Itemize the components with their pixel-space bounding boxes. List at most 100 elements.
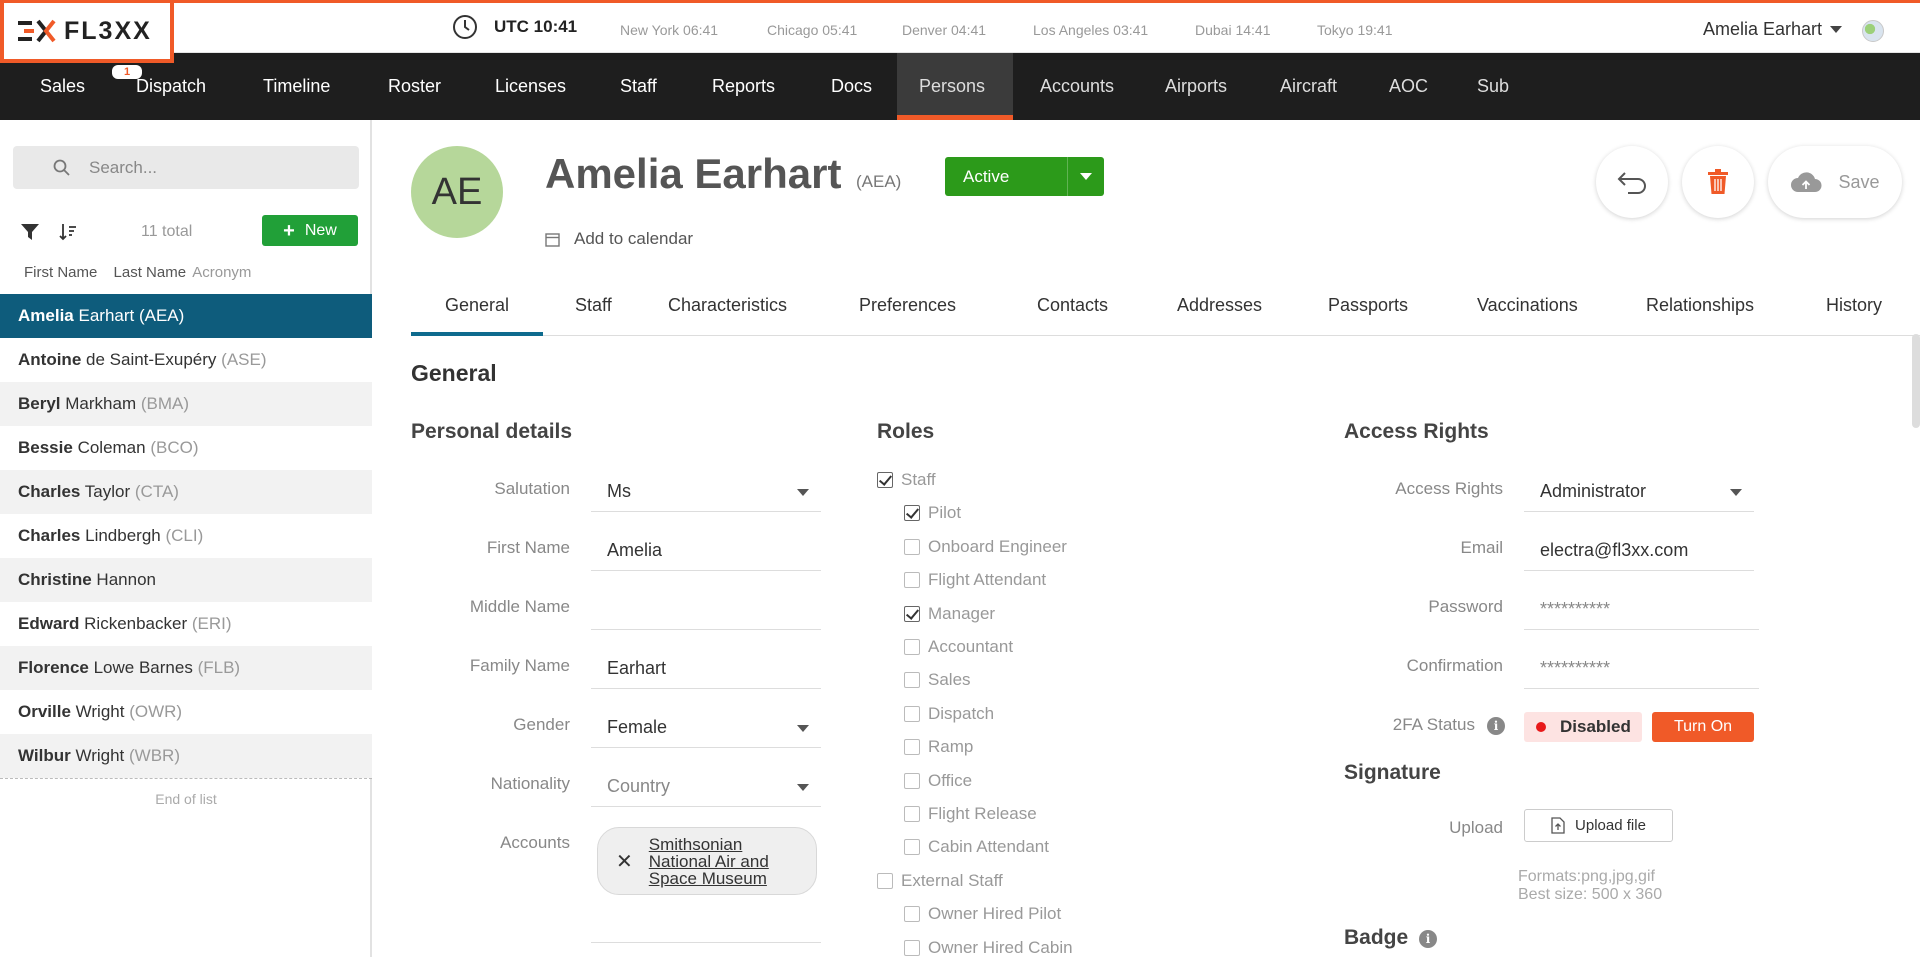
list-item[interactable]: Bessie Coleman (BCO) xyxy=(0,426,372,470)
globe-icon[interactable] xyxy=(1862,20,1884,42)
role-checkbox[interactable]: Manager xyxy=(904,604,995,624)
checkbox-icon[interactable] xyxy=(904,939,920,956)
turn-on-2fa-button[interactable]: Turn On xyxy=(1652,712,1754,742)
checkbox-checked-icon[interactable] xyxy=(904,605,920,622)
role-checkbox[interactable]: Staff xyxy=(877,470,936,490)
list-item[interactable]: Florence Lowe Barnes (FLB) xyxy=(0,646,372,690)
list-item[interactable]: Wilbur Wright (WBR) xyxy=(0,734,372,778)
checkbox-checked-icon[interactable] xyxy=(904,505,920,522)
checkbox-icon[interactable] xyxy=(877,872,893,889)
info-icon[interactable]: i xyxy=(1419,930,1437,948)
role-checkbox[interactable]: Flight Release xyxy=(904,804,1037,824)
checkbox-icon[interactable] xyxy=(904,538,920,555)
role-checkbox[interactable]: External Staff xyxy=(877,871,1003,891)
nav-reports[interactable]: Reports xyxy=(712,53,775,120)
list-item[interactable]: Orville Wright (OWR) xyxy=(0,690,372,734)
status-dropdown[interactable]: Active xyxy=(945,157,1104,196)
tab-addresses[interactable]: Addresses xyxy=(1177,288,1262,336)
nav-timeline[interactable]: Timeline xyxy=(263,53,330,120)
nav-aircraft[interactable]: Aircraft xyxy=(1280,53,1337,120)
list-item[interactable]: Charles Lindbergh (CLI) xyxy=(0,514,372,558)
confirmation-field[interactable]: ********** xyxy=(1524,647,1759,689)
checkbox-icon[interactable] xyxy=(904,772,920,789)
role-checkbox[interactable]: Onboard Engineer xyxy=(904,537,1067,557)
user-menu[interactable]: Amelia Earhart xyxy=(1703,19,1843,40)
middle-name-field[interactable] xyxy=(591,588,821,630)
nav-accounts[interactable]: Accounts xyxy=(1040,53,1114,120)
nav-sales[interactable]: Sales 1 xyxy=(40,53,142,120)
password-field[interactable]: ********** xyxy=(1524,588,1759,630)
header-last-name[interactable]: Last Name xyxy=(114,264,187,281)
role-checkbox[interactable]: Owner Hired Pilot xyxy=(904,904,1061,924)
role-checkbox[interactable]: Ramp xyxy=(904,737,973,757)
list-item[interactable]: Charles Taylor (CTA) xyxy=(0,470,372,514)
nav-docs[interactable]: Docs xyxy=(831,53,872,120)
list-item[interactable]: Amelia Earhart (AEA) xyxy=(0,294,372,338)
nav-airports[interactable]: Airports xyxy=(1165,53,1227,120)
search-input[interactable] xyxy=(89,157,329,178)
nav-licenses[interactable]: Licenses xyxy=(495,53,566,120)
list-item[interactable]: Christine Hannon xyxy=(0,558,372,602)
tab-staff[interactable]: Staff xyxy=(575,288,612,336)
gender-select[interactable]: Female xyxy=(591,706,821,748)
header-first-name[interactable]: First Name xyxy=(24,264,97,281)
list-item[interactable]: Antoine de Saint-Exupéry (ASE) xyxy=(0,338,372,382)
accounts-input-line[interactable] xyxy=(591,942,821,943)
save-button[interactable]: Save xyxy=(1768,146,1902,218)
tab-history[interactable]: History xyxy=(1826,288,1882,336)
tab-relationships[interactable]: Relationships xyxy=(1646,288,1754,336)
role-checkbox[interactable]: Office xyxy=(904,771,972,791)
tab-contacts[interactable]: Contacts xyxy=(1037,288,1108,336)
role-checkbox[interactable]: Sales xyxy=(904,670,971,690)
role-checkbox[interactable]: Pilot xyxy=(904,503,961,523)
checkbox-icon[interactable] xyxy=(904,705,920,722)
family-name-field[interactable]: Earhart xyxy=(591,647,821,689)
delete-button[interactable] xyxy=(1682,146,1754,218)
checkbox-icon[interactable] xyxy=(904,806,920,822)
nav-roster[interactable]: Roster xyxy=(388,53,441,120)
access-rights-select[interactable]: Administrator xyxy=(1524,470,1754,512)
scrollbar[interactable] xyxy=(1912,334,1920,428)
tab-vaccinations[interactable]: Vaccinations xyxy=(1477,288,1578,336)
nav-staff[interactable]: Staff xyxy=(620,53,657,120)
info-icon[interactable]: i xyxy=(1487,717,1505,735)
header-acronym[interactable]: Acronym xyxy=(192,264,251,281)
role-checkbox[interactable]: Owner Hired Cabin xyxy=(904,938,1073,957)
nav-persons[interactable]: Persons xyxy=(897,53,1013,120)
nationality-select[interactable]: Country xyxy=(591,765,821,807)
role-checkbox[interactable]: Accountant xyxy=(904,637,1013,657)
tab-general[interactable]: General xyxy=(411,288,543,336)
email-field[interactable]: electra@fl3xx.com xyxy=(1524,529,1754,571)
role-checkbox[interactable]: Flight Attendant xyxy=(904,570,1046,590)
search-box[interactable] xyxy=(13,146,359,189)
upload-file-button[interactable]: Upload file xyxy=(1524,809,1673,842)
checkbox-icon[interactable] xyxy=(904,839,920,856)
close-icon[interactable]: ✕ xyxy=(616,849,633,874)
tab-characteristics[interactable]: Characteristics xyxy=(668,288,787,336)
list-item[interactable]: Beryl Markham (BMA) xyxy=(0,382,372,426)
undo-button[interactable] xyxy=(1596,146,1668,218)
tab-passports[interactable]: Passports xyxy=(1328,288,1408,336)
checkbox-icon[interactable] xyxy=(904,906,920,923)
filter-icon[interactable] xyxy=(20,223,40,241)
nav-sub[interactable]: Sub xyxy=(1477,53,1509,120)
salutation-select[interactable]: Ms xyxy=(591,470,821,512)
avatar[interactable]: AE xyxy=(411,146,503,238)
add-to-calendar-link[interactable]: Add to calendar xyxy=(545,229,693,249)
role-checkbox[interactable]: Cabin Attendant xyxy=(904,837,1049,857)
checkbox-icon[interactable] xyxy=(904,672,920,689)
list-item[interactable]: Edward Rickenbacker (ERI) xyxy=(0,602,372,646)
checkbox-checked-icon[interactable] xyxy=(877,472,893,488)
logo[interactable]: FL3XX xyxy=(0,3,174,63)
checkbox-icon[interactable] xyxy=(904,639,920,655)
nav-aoc[interactable]: AOC xyxy=(1389,53,1428,120)
new-person-button[interactable]: + New xyxy=(262,215,358,246)
nav-dispatch[interactable]: Dispatch xyxy=(136,53,206,120)
tab-preferences[interactable]: Preferences xyxy=(859,288,956,336)
account-link[interactable]: Smithsonian National Air and Space Museu… xyxy=(649,836,784,887)
first-name-field[interactable]: Amelia xyxy=(591,529,821,571)
sort-icon[interactable] xyxy=(58,222,78,242)
role-checkbox[interactable]: Dispatch xyxy=(904,704,994,724)
checkbox-icon[interactable] xyxy=(904,572,920,589)
checkbox-icon[interactable] xyxy=(904,739,920,756)
